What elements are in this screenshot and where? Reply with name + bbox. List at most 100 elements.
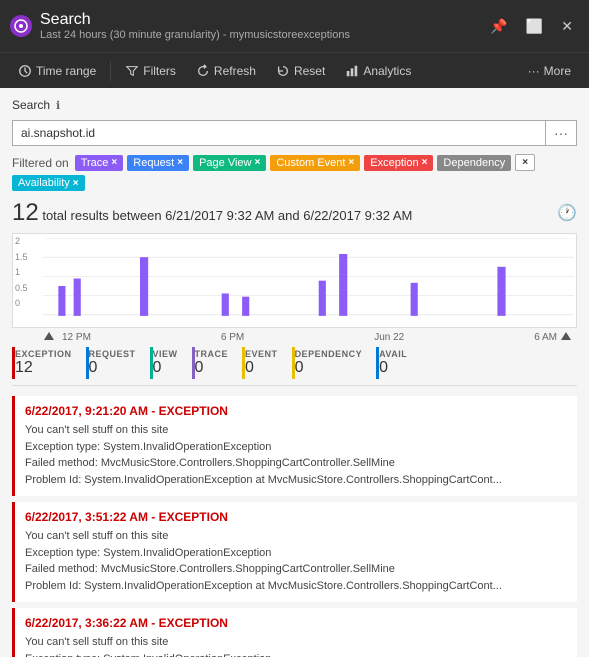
result-3-exception-type: Exception type: System.InvalidOperationE… bbox=[25, 651, 567, 657]
pageview-tag-label: Page View bbox=[199, 157, 251, 169]
analytics-label: Analytics bbox=[363, 64, 411, 78]
result-item-2[interactable]: 6/22/2017, 3:51:22 AM - EXCEPTION You ca… bbox=[12, 502, 577, 602]
results-summary: 12 total results between 6/21/2017 9:32 … bbox=[12, 199, 577, 227]
title-actions: 📌 ⬜ ✕ bbox=[484, 16, 579, 37]
analytics-icon bbox=[345, 64, 359, 78]
reset-label: Reset bbox=[294, 64, 325, 78]
request-tag-label: Request bbox=[133, 157, 174, 169]
metric-view[interactable]: VIEW 0 bbox=[150, 347, 188, 379]
close-button[interactable]: ✕ bbox=[555, 16, 579, 37]
result-1-body: You can't sell stuff on this site Except… bbox=[25, 422, 567, 488]
result-2-problem-id: Problem Id: System.InvalidOperationExcep… bbox=[25, 578, 567, 595]
app-icon bbox=[10, 15, 32, 37]
chart-area: 2 1.5 1 0.5 0 bbox=[12, 233, 577, 328]
y-label-2: 2 bbox=[15, 236, 28, 246]
results-count-text: 12 total results between 6/21/2017 9:32 … bbox=[12, 199, 412, 227]
title-bar: Search Last 24 hours (30 minute granular… bbox=[0, 0, 589, 52]
search-label: Search bbox=[12, 98, 50, 112]
x-label-12pm: 12 PM bbox=[62, 332, 91, 343]
filters-button[interactable]: Filters bbox=[117, 60, 184, 82]
trace-remove[interactable]: × bbox=[111, 157, 117, 168]
window-title: Search bbox=[40, 11, 350, 29]
result-1-exception-type: Exception type: System.InvalidOperationE… bbox=[25, 439, 567, 456]
request-remove[interactable]: × bbox=[177, 157, 183, 168]
results-count: 12 bbox=[12, 199, 39, 226]
metric-avail[interactable]: AVAIL 0 bbox=[376, 347, 417, 379]
refresh-label: Refresh bbox=[214, 64, 256, 78]
dependency-tag-label: Dependency bbox=[443, 157, 505, 169]
search-menu-button[interactable]: ··· bbox=[545, 121, 576, 145]
x-labels: 12 PM 6 PM Jun 22 6 AM bbox=[42, 332, 577, 343]
time-range-button[interactable]: Time range bbox=[10, 60, 104, 82]
filter-tag-customevent[interactable]: Custom Event × bbox=[270, 155, 360, 171]
result-1-failed-method: Failed method: MvcMusicStore.Controllers… bbox=[25, 455, 567, 472]
availability-remove[interactable]: × bbox=[73, 178, 79, 189]
x-label-6pm: 6 PM bbox=[221, 332, 244, 343]
pageview-remove[interactable]: × bbox=[254, 157, 260, 168]
result-3-message: You can't sell stuff on this site bbox=[25, 634, 567, 651]
event-metric-value: 0 bbox=[245, 359, 254, 377]
result-2-message: You can't sell stuff on this site bbox=[25, 528, 567, 545]
filter-tag-pageview[interactable]: Page View × bbox=[193, 155, 266, 171]
main-content: Search ℹ ··· Filtered on Trace × Request… bbox=[0, 88, 589, 657]
more-button[interactable]: ··· More bbox=[520, 60, 579, 82]
filters-row: Filtered on Trace × Request × Page View … bbox=[12, 154, 577, 191]
title-text: Search Last 24 hours (30 minute granular… bbox=[40, 11, 350, 41]
request-metric-value: 0 bbox=[89, 359, 98, 377]
filter-tag-dependency[interactable]: Dependency bbox=[437, 155, 511, 171]
dependency-metric-label: DEPENDENCY bbox=[295, 349, 363, 359]
metric-dependency[interactable]: DEPENDENCY 0 bbox=[292, 347, 373, 379]
result-1-message: You can't sell stuff on this site bbox=[25, 422, 567, 439]
availability-tag-label: Availability bbox=[18, 177, 70, 189]
filter-tag-request[interactable]: Request × bbox=[127, 155, 189, 171]
y-label-0: 0 bbox=[15, 298, 28, 308]
analytics-button[interactable]: Analytics bbox=[337, 60, 419, 82]
result-1-problem-id: Problem Id: System.InvalidOperationExcep… bbox=[25, 472, 567, 489]
result-2-body: You can't sell stuff on this site Except… bbox=[25, 528, 567, 594]
customevent-remove[interactable]: × bbox=[348, 157, 354, 168]
dependency-x-remove[interactable]: × bbox=[522, 157, 528, 168]
metric-event[interactable]: EVENT 0 bbox=[242, 347, 288, 379]
filter-tag-trace[interactable]: Trace × bbox=[75, 155, 124, 171]
result-item-3[interactable]: 6/22/2017, 3:36:22 AM - EXCEPTION You ca… bbox=[12, 608, 577, 657]
chart-x-area: 12 PM 6 PM Jun 22 6 AM bbox=[12, 332, 577, 347]
search-row: Search ℹ bbox=[12, 98, 577, 112]
restore-button[interactable]: ⬜ bbox=[520, 16, 549, 37]
y-label-1: 1 bbox=[15, 267, 28, 277]
filter-tag-dependency-x[interactable]: × bbox=[515, 154, 535, 171]
metric-trace[interactable]: TRACE 0 bbox=[192, 347, 239, 379]
separator-1 bbox=[110, 61, 111, 81]
exception-remove[interactable]: × bbox=[422, 157, 428, 168]
event-metric-label: EVENT bbox=[245, 349, 278, 359]
x-label-6am: 6 AM bbox=[534, 332, 557, 343]
title-left: Search Last 24 hours (30 minute granular… bbox=[10, 11, 350, 41]
result-item-1[interactable]: 6/22/2017, 9:21:20 AM - EXCEPTION You ca… bbox=[12, 396, 577, 496]
filter-tag-exception[interactable]: Exception × bbox=[364, 155, 433, 171]
reset-button[interactable]: Reset bbox=[268, 60, 333, 82]
y-label-05: 0.5 bbox=[15, 283, 28, 293]
result-2-failed-method: Failed method: MvcMusicStore.Controllers… bbox=[25, 561, 567, 578]
trace-metric-label: TRACE bbox=[195, 349, 229, 359]
refresh-button[interactable]: Refresh bbox=[188, 60, 264, 82]
filter-icon bbox=[125, 64, 139, 78]
left-arrow bbox=[44, 332, 54, 340]
exception-tag-label: Exception bbox=[370, 157, 418, 169]
y-label-15: 1.5 bbox=[15, 252, 28, 262]
history-icon[interactable]: 🕐 bbox=[557, 203, 577, 223]
customevent-tag-label: Custom Event bbox=[276, 157, 345, 169]
metric-exception[interactable]: EXCEPTION 12 bbox=[12, 347, 82, 379]
pin-button[interactable]: 📌 bbox=[484, 16, 513, 37]
metric-request[interactable]: REQUEST 0 bbox=[86, 347, 146, 379]
view-metric-value: 0 bbox=[153, 359, 162, 377]
results-text: total results between 6/21/2017 9:32 AM … bbox=[42, 208, 412, 223]
filtered-on-label: Filtered on bbox=[12, 156, 69, 170]
search-info-icon: ℹ bbox=[56, 99, 60, 112]
reset-icon bbox=[276, 64, 290, 78]
filter-tag-availability[interactable]: Availability × bbox=[12, 175, 85, 191]
trace-metric-value: 0 bbox=[195, 359, 204, 377]
right-arrow bbox=[561, 332, 571, 340]
search-input[interactable] bbox=[13, 121, 545, 145]
result-2-exception-type: Exception type: System.InvalidOperationE… bbox=[25, 545, 567, 562]
exception-metric-value: 12 bbox=[15, 359, 33, 377]
more-dots: ··· bbox=[528, 64, 540, 78]
